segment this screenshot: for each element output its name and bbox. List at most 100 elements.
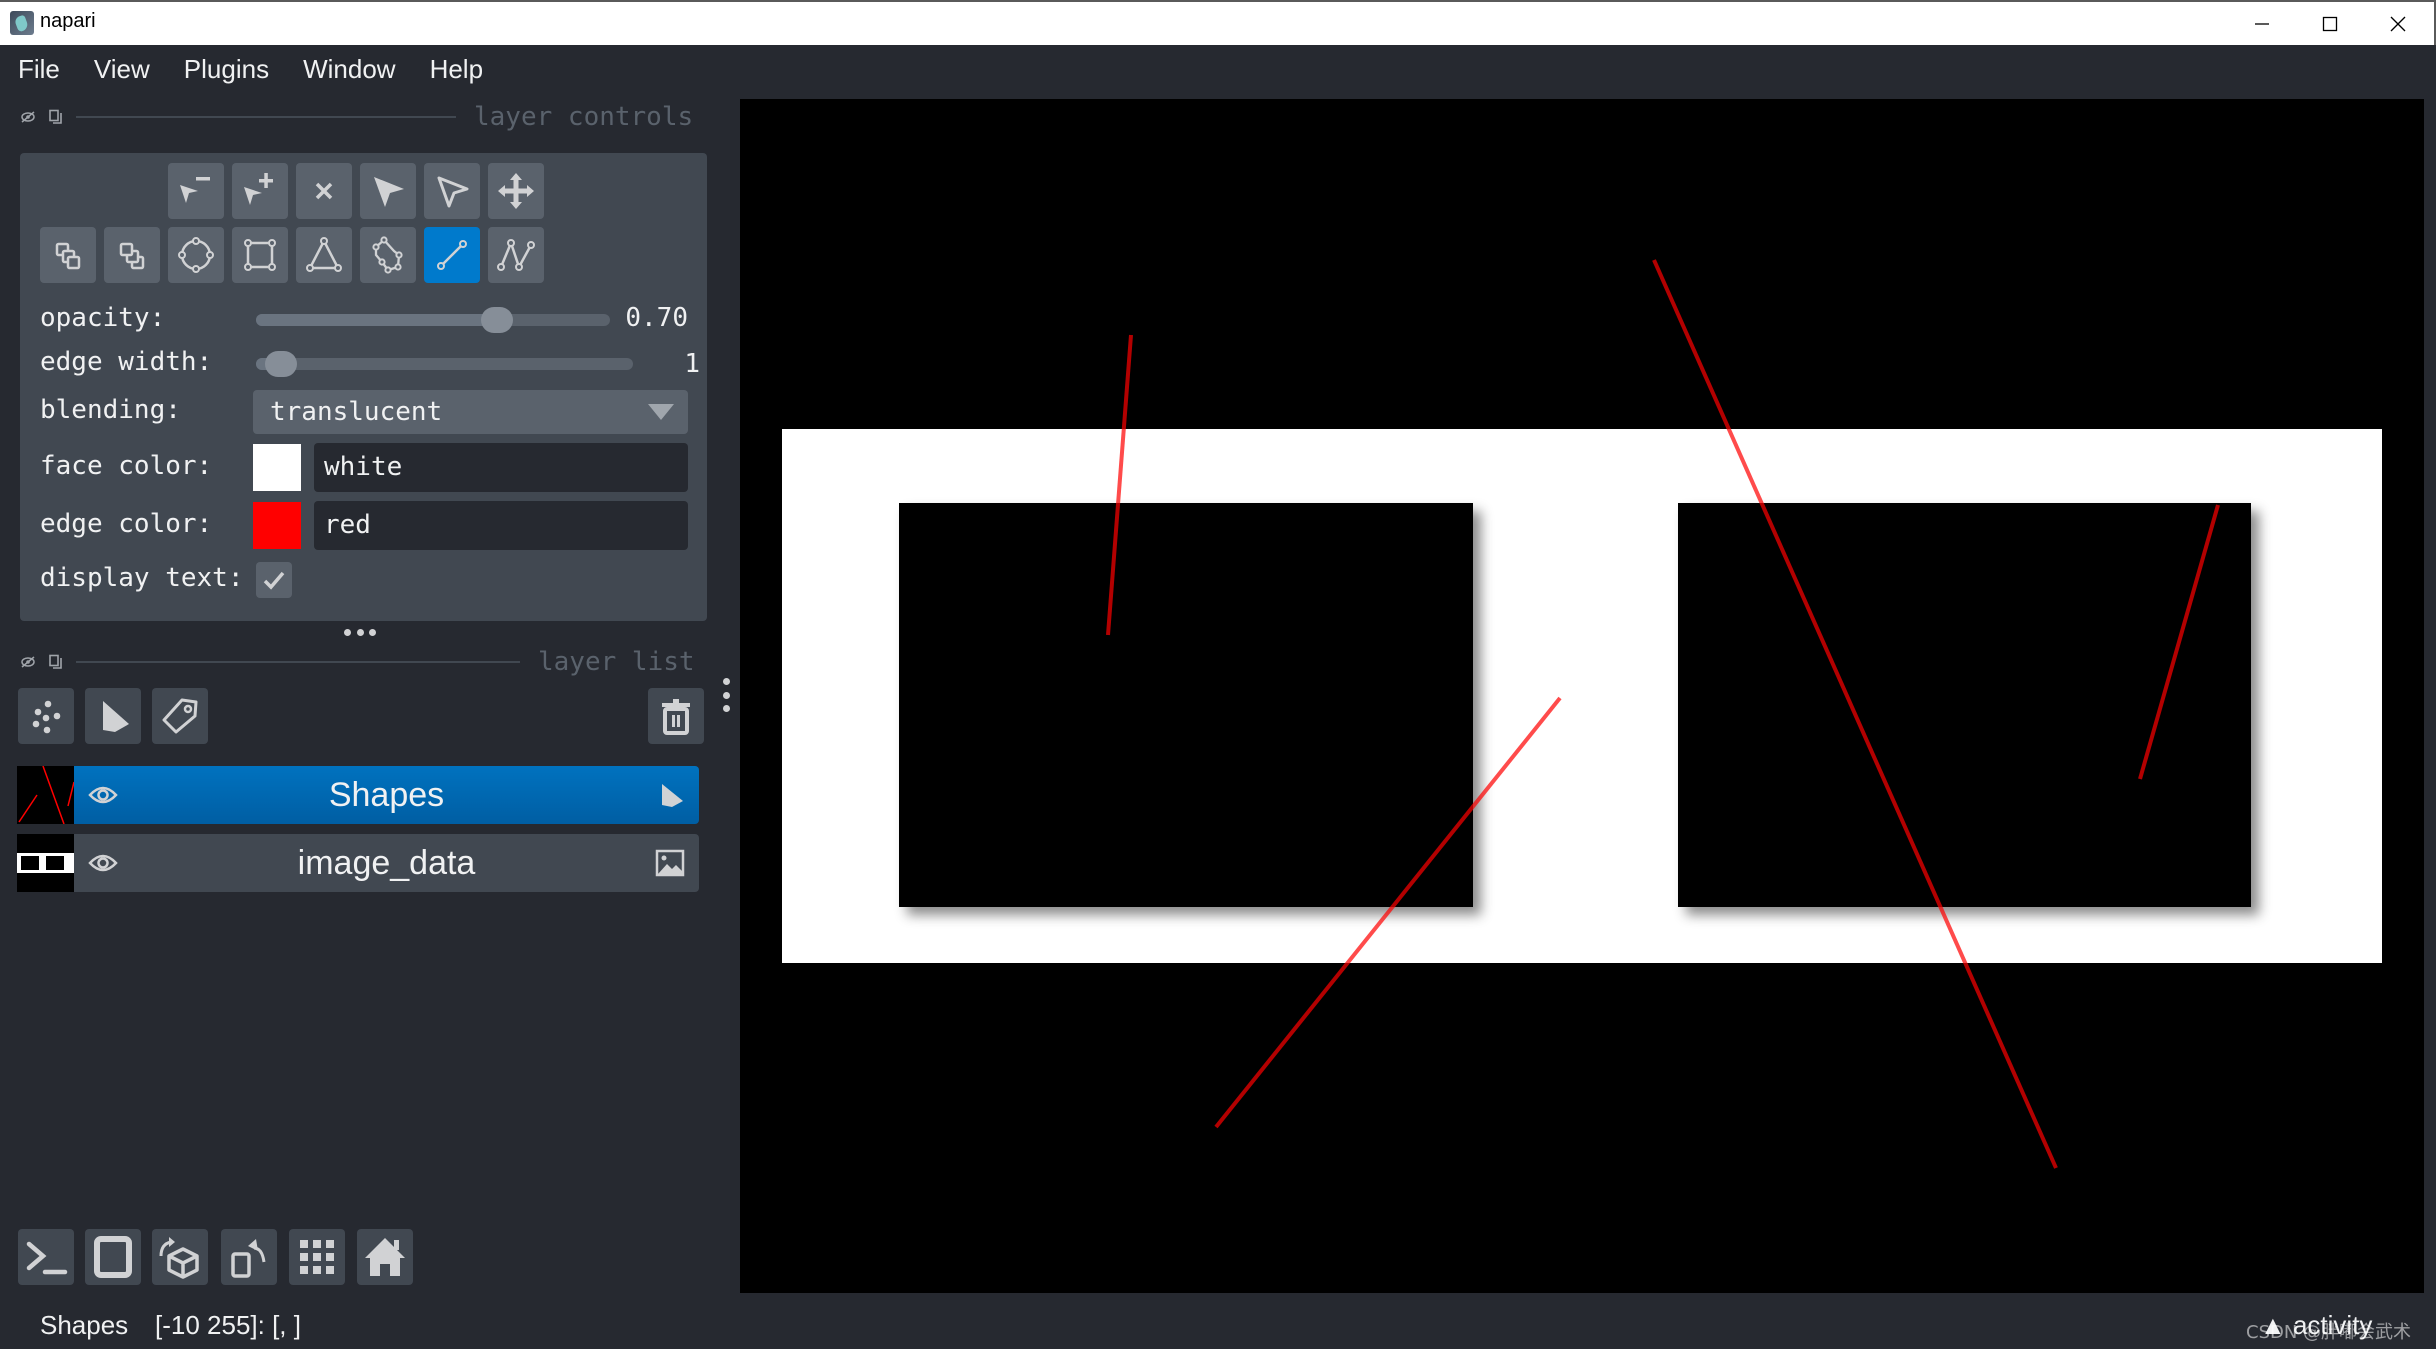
layer-row-body[interactable]: image_data — [74, 834, 699, 892]
eye-visible-icon[interactable] — [88, 783, 118, 807]
add-path-button[interactable] — [488, 227, 544, 283]
opacity-label: opacity: — [40, 303, 166, 333]
layer-row-image-data[interactable]: image_data — [17, 834, 699, 892]
menu-bar: File View Plugins Window Help — [0, 45, 2436, 93]
grid-icon — [300, 1240, 334, 1274]
reset-view-button[interactable] — [357, 1229, 413, 1285]
select-arrow-icon — [374, 177, 404, 207]
path-icon — [497, 239, 535, 271]
menu-view[interactable]: View — [94, 54, 166, 85]
layer-controls-header: layer controls — [20, 102, 694, 132]
remove-vertex-button[interactable] — [168, 163, 224, 219]
menu-plugins[interactable]: Plugins — [184, 54, 285, 85]
select-button[interactable] — [360, 163, 416, 219]
layer-name[interactable]: Shapes — [74, 776, 699, 815]
canvas-svg — [782, 259, 2382, 1169]
status-coordinates: [-10 255]: [, ] — [155, 1310, 301, 1340]
shapes-icon — [103, 701, 129, 732]
edge-width-slider-handle[interactable] — [264, 351, 297, 377]
transpose-icon — [231, 1239, 266, 1278]
title-bar: napari — [0, 0, 2436, 45]
layer-controls-title: layer controls — [474, 102, 694, 132]
dropdown-caret-icon — [648, 404, 674, 420]
add-path-polygon-button[interactable] — [360, 227, 416, 283]
close-icon — [2390, 16, 2406, 31]
transpose-dimensions-button[interactable] — [221, 1229, 277, 1285]
layer-row-body[interactable]: Shapes — [74, 766, 699, 824]
opacity-slider-handle[interactable] — [481, 307, 514, 333]
new-labels-layer-button[interactable] — [152, 688, 208, 744]
maximize-icon — [2322, 16, 2338, 31]
float-panel-icon[interactable] — [48, 109, 64, 125]
layer-thumbnail — [17, 834, 74, 892]
dock-resize-handle[interactable] — [722, 678, 730, 712]
display-text-checkbox[interactable] — [256, 562, 292, 598]
viewer-canvas[interactable] — [740, 99, 2424, 1293]
minimize-button[interactable] — [2228, 2, 2296, 45]
polygon-icon — [306, 237, 342, 272]
opacity-slider[interactable] — [256, 307, 610, 333]
add-vertex-button[interactable] — [232, 163, 288, 219]
edge-color-input[interactable]: red — [314, 501, 688, 550]
opacity-value: 0.70 — [625, 303, 688, 333]
move-front-button[interactable] — [104, 227, 160, 283]
vertex-insert-icon — [244, 173, 273, 205]
image-icon — [655, 849, 685, 877]
home-icon — [365, 1238, 405, 1276]
checkmark-icon — [263, 571, 285, 590]
grid-view-button[interactable] — [289, 1229, 345, 1285]
move-back-icon — [55, 242, 81, 270]
hide-eye-icon[interactable] — [20, 109, 36, 125]
layer-row-shapes[interactable]: Shapes — [17, 766, 699, 824]
ellipse-icon — [178, 237, 214, 273]
eye-visible-icon[interactable] — [88, 851, 118, 875]
roll-dimensions-button[interactable] — [152, 1229, 208, 1285]
menu-help[interactable]: Help — [430, 54, 499, 85]
delete-shape-button[interactable] — [296, 163, 352, 219]
new-points-layer-button[interactable] — [18, 688, 74, 744]
face-color-input[interactable]: white — [314, 443, 688, 492]
console-icon — [26, 1241, 68, 1275]
direct-select-button[interactable] — [424, 163, 480, 219]
delete-layer-button[interactable] — [648, 688, 704, 744]
blending-label: blending: — [40, 395, 181, 425]
roll-cube-icon — [159, 1237, 199, 1279]
edge-width-slider[interactable] — [256, 351, 633, 377]
points-icon — [32, 700, 61, 734]
menu-file[interactable]: File — [18, 54, 76, 85]
window-title: napari — [40, 10, 96, 32]
pan-zoom-icon — [498, 173, 534, 209]
trash-icon — [662, 699, 690, 735]
panel-splitter-handle[interactable] — [344, 629, 376, 639]
hide-eye-icon[interactable] — [20, 654, 36, 670]
face-color-swatch[interactable] — [253, 444, 301, 491]
edge-color-swatch[interactable] — [253, 502, 301, 549]
face-color-label: face color: — [40, 451, 213, 481]
float-panel-icon[interactable] — [48, 654, 64, 670]
shapes-icon — [662, 784, 683, 807]
watermark: CSDN @胖嘟会武术 — [2246, 1322, 2412, 1343]
layer-list-title: layer list — [538, 647, 695, 677]
add-line-button[interactable] — [424, 227, 480, 283]
path-polygon-icon — [372, 236, 403, 274]
blending-dropdown[interactable]: translucent — [253, 390, 688, 434]
maximize-button[interactable] — [2296, 2, 2364, 45]
add-ellipse-button[interactable] — [168, 227, 224, 283]
shapes-thumbnail — [18, 766, 74, 824]
add-polygon-button[interactable] — [296, 227, 352, 283]
layer-name[interactable]: image_data — [74, 844, 699, 883]
console-button[interactable] — [18, 1229, 74, 1285]
move-back-button[interactable] — [40, 227, 96, 283]
add-rectangle-button[interactable] — [232, 227, 288, 283]
labels-tag-icon — [162, 698, 198, 734]
close-button[interactable] — [2364, 2, 2432, 45]
header-divider — [76, 116, 456, 118]
edge-width-value: 1 — [684, 349, 700, 379]
toggle-ndisplay-button[interactable] — [85, 1229, 141, 1285]
new-shapes-layer-button[interactable] — [85, 688, 141, 744]
pan-zoom-button[interactable] — [488, 163, 544, 219]
layer-controls-panel: opacity: 0.70 edge width: 1 blending: tr… — [20, 153, 707, 621]
square-2d-icon — [94, 1236, 132, 1278]
rectangle-icon — [244, 239, 276, 271]
menu-window[interactable]: Window — [303, 54, 411, 85]
